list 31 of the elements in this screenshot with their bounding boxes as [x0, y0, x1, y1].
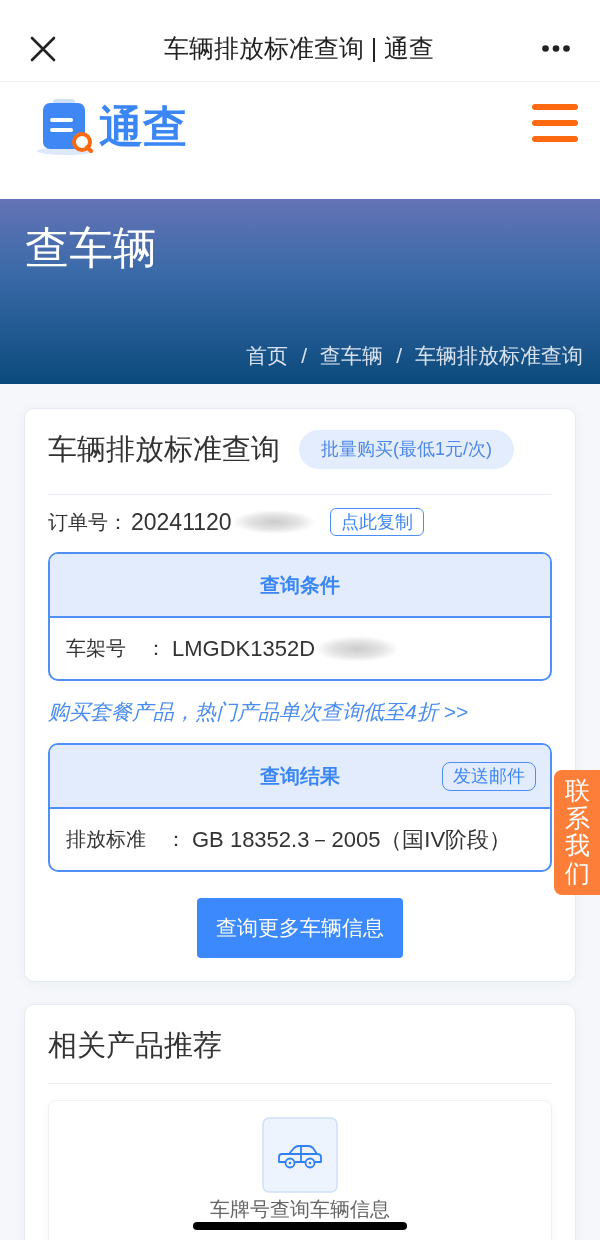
breadcrumb-current: 车辆排放标准查询	[415, 343, 583, 369]
product-name: 车牌号查询车辆信息	[210, 1198, 390, 1220]
breadcrumb-link[interactable]: 首页	[246, 342, 289, 370]
row-value: LMGDK1352D	[172, 635, 316, 662]
row-label: 车架号 ：	[66, 636, 166, 661]
copy-button[interactable]: 点此复制	[329, 508, 424, 536]
product-card[interactable]: 车牌号查询车辆信息	[48, 1100, 552, 1240]
bulk-buy-button[interactable]: 批量购买(最低1元/次)	[299, 429, 514, 469]
order-label: 订单号：	[48, 509, 128, 535]
card-title: 车辆排放标准查询	[48, 432, 280, 467]
more-icon[interactable]	[542, 45, 570, 52]
clipboard-search-icon	[37, 99, 97, 155]
row-value: GB 18352.3－2005（国IV阶段）	[192, 825, 512, 854]
car-icon	[262, 1117, 338, 1193]
row-label: 排放标准 ：	[66, 827, 186, 852]
panel-title: 查询条件	[260, 572, 340, 598]
breadcrumb-link[interactable]: 查车辆	[320, 342, 384, 370]
panel-title: 查询结果	[260, 763, 340, 789]
page-title: 车辆排放标准查询 | 通查	[162, 33, 436, 64]
promo-link[interactable]: 购买套餐产品，热门产品单次查询低至4折 >>	[48, 697, 469, 727]
breadcrumb-separator: /	[396, 343, 402, 369]
logo-text[interactable]: 通查	[99, 102, 187, 152]
section-title: 相关产品推荐	[48, 1028, 223, 1063]
menu-icon[interactable]	[532, 104, 578, 142]
banner-title: 查车辆	[25, 222, 157, 274]
close-icon[interactable]	[30, 35, 56, 62]
breadcrumb-separator: /	[301, 343, 308, 369]
order-number: 20241120	[131, 508, 232, 536]
send-email-button[interactable]: 发送邮件	[442, 761, 536, 791]
more-info-button[interactable]: 查询更多车辆信息	[197, 898, 403, 958]
contact-tab[interactable]: 联系我们	[554, 770, 600, 895]
